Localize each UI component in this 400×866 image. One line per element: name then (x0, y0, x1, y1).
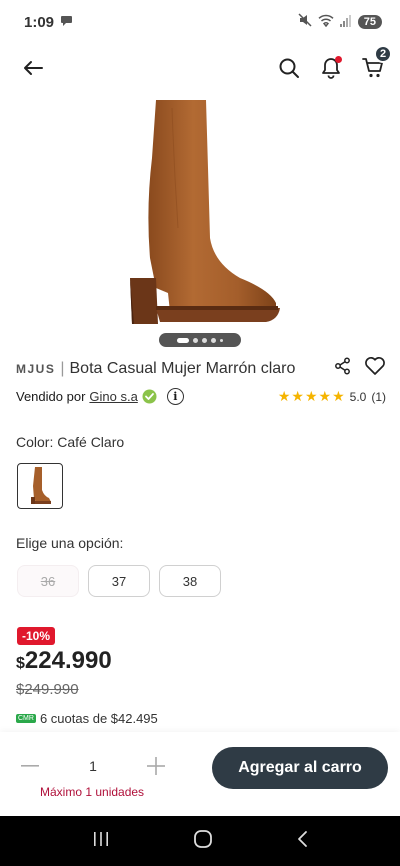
star-icon: ★ (318, 388, 332, 404)
rating-value: 5.0 (349, 389, 367, 404)
carousel-dot (193, 337, 198, 343)
cart-button[interactable]: 2 (360, 45, 392, 81)
rating-count: (1) (371, 389, 386, 404)
battery-indicator: 75 (357, 15, 382, 29)
star-icon: ★ (332, 388, 345, 404)
status-time: 1:09 (24, 13, 55, 31)
max-quantity-note: Máximo 1 unidades (40, 785, 145, 799)
current-price: $224.990 (16, 647, 112, 675)
seller-info: Vendido por Gino s.a i (16, 388, 184, 405)
color-swatch-cafe-claro[interactable] (17, 463, 63, 509)
product-title: MJUS | Bota Casual Mujer Marrón claro (16, 360, 295, 378)
status-bar: 1:09 75 (0, 0, 400, 44)
boot-thumbnail (31, 467, 51, 504)
purchase-bar: 1 Máximo 1 unidades Agregar al carro (0, 732, 400, 816)
chevron-left-icon (298, 830, 308, 847)
original-price: $249.990 (16, 681, 79, 698)
carousel-dot-more (220, 338, 223, 342)
share-icon (335, 357, 350, 375)
add-to-cart-button[interactable]: Agregar al carro (212, 747, 388, 789)
option-label: Elige una opción: (16, 535, 124, 551)
installments-text: 6 cuotas de $42.495 (39, 711, 158, 725)
title-actions (334, 356, 386, 381)
carousel-indicator[interactable] (159, 333, 241, 347)
minus-icon (21, 765, 39, 767)
product-name: Bota Casual Mujer Marrón claro (69, 359, 296, 377)
search-icon (279, 58, 299, 78)
verified-badge-icon (142, 389, 157, 404)
back-button[interactable] (20, 55, 46, 81)
quantity-stepper: 1 (18, 754, 168, 778)
heart-icon (365, 357, 385, 375)
seller-link[interactable]: Gino s.a (89, 389, 137, 404)
product-image[interactable] (110, 98, 290, 330)
wifi-icon (318, 14, 334, 31)
decrease-quantity-button[interactable] (18, 754, 42, 778)
size-option-36: 36 (17, 565, 79, 597)
home-button[interactable] (193, 829, 213, 854)
top-app-bar: 2 (0, 44, 400, 92)
recent-apps-icon (93, 831, 108, 846)
title-separator: | (60, 359, 65, 377)
star-icon: ★ (277, 388, 291, 404)
cart-count-badge: 2 (374, 45, 392, 63)
boot-image (130, 100, 280, 324)
increase-quantity-button[interactable] (144, 754, 168, 778)
carousel-dot (202, 337, 207, 343)
size-options: 36 37 38 (17, 565, 221, 597)
seller-row: Vendido por Gino s.a i ★ ★ ★ ★ ★ 5.0 (1) (16, 388, 386, 405)
system-back-button[interactable] (296, 830, 308, 853)
product-rating[interactable]: ★ ★ ★ ★ ★ 5.0 (1) (278, 388, 386, 405)
notification-dot (335, 56, 342, 63)
home-icon (194, 829, 212, 848)
star-icon: ★ (291, 388, 304, 404)
info-icon[interactable]: i (166, 388, 184, 405)
top-actions: 2 (276, 45, 392, 81)
carousel-dot-active (177, 337, 189, 343)
installments-info: CMR 6 cuotas de $42.495 (16, 711, 158, 725)
quantity-value: 1 (89, 758, 97, 774)
size-option-38[interactable]: 38 (159, 565, 221, 597)
sold-by-label: Vendido por (16, 389, 86, 404)
favorite-button[interactable] (364, 356, 386, 381)
arrow-left-icon (24, 61, 43, 75)
size-option-37[interactable]: 37 (88, 565, 150, 597)
status-right: 75 (298, 13, 382, 31)
recent-apps-button[interactable] (92, 831, 110, 852)
system-nav-bar (0, 816, 400, 866)
star-icon: ★ (304, 388, 318, 404)
message-icon (60, 14, 73, 31)
color-label: Color: Café Claro (16, 434, 125, 450)
product-title-row: MJUS | Bota Casual Mujer Marrón claro (16, 356, 386, 381)
status-left: 1:09 (24, 14, 73, 31)
signal-icon (339, 14, 352, 31)
price-value: 224.990 (24, 647, 112, 674)
plus-icon (146, 757, 165, 775)
cmr-badge: CMR (16, 713, 36, 723)
share-button[interactable] (334, 357, 352, 380)
brand-name[interactable]: MJUS (16, 362, 55, 376)
currency-symbol: $ (16, 655, 25, 672)
search-button[interactable] (276, 55, 302, 81)
notifications-button[interactable] (318, 55, 344, 81)
discount-badge: -10% (17, 627, 56, 645)
mute-icon (298, 13, 312, 31)
carousel-dot (211, 337, 216, 343)
